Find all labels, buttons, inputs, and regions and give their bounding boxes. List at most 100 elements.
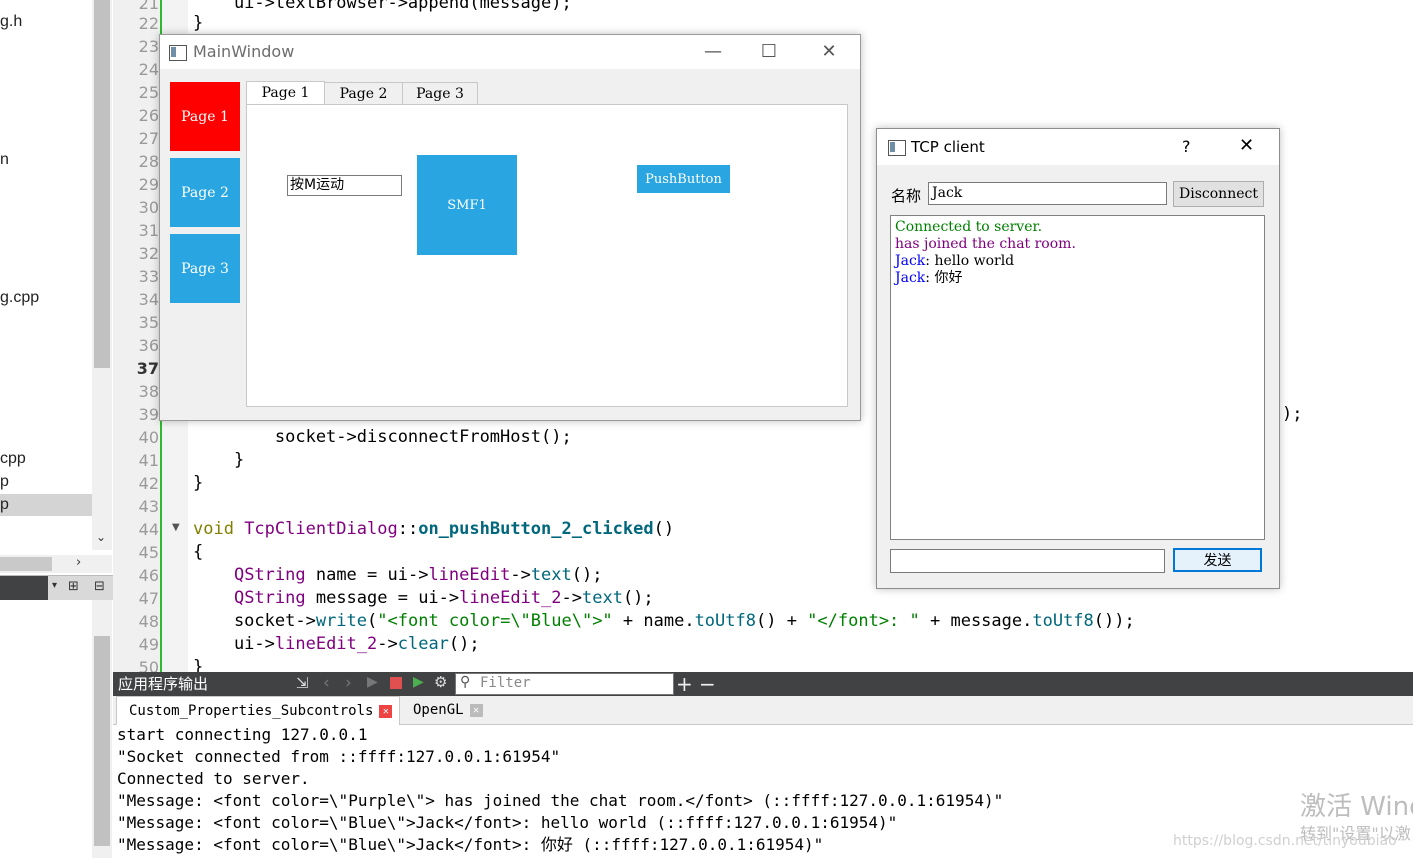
log-message: Jack: hello world: [895, 253, 1014, 270]
chevron-down-icon[interactable]: ⌄: [96, 530, 106, 544]
line-number: 39: [138, 405, 159, 424]
close-icon[interactable]: ✕: [1239, 135, 1254, 156]
code-line-40: socket->disconnectFromHost();: [193, 427, 572, 447]
close-panel-icon[interactable]: ⊟: [94, 579, 105, 594]
line-number: 47: [138, 589, 159, 608]
titlebar[interactable]: MainWindow — ☐ ✕: [160, 35, 860, 69]
split-icon[interactable]: ⊞: [68, 579, 79, 594]
previous-icon[interactable]: ‹: [323, 673, 330, 693]
side-button-page-3[interactable]: Page 3: [170, 234, 240, 303]
message-input[interactable]: [890, 549, 1165, 573]
add-icon[interactable]: +: [676, 672, 693, 696]
code: ->: [377, 634, 398, 654]
scroll-thumb[interactable]: [94, 636, 110, 846]
log-text: : hello world: [925, 253, 1015, 269]
line-number: 44: [138, 520, 159, 539]
chevron-right-icon[interactable]: ›: [76, 555, 81, 570]
line-number: 46: [138, 566, 159, 585]
stop-icon[interactable]: [390, 677, 402, 689]
type: QString: [233, 565, 306, 585]
activation-watermark: 激活 Wind: [1300, 792, 1413, 822]
name-input[interactable]: Jack: [928, 182, 1167, 205]
smf1-button[interactable]: SMF1: [417, 155, 517, 255]
scroll-thumb[interactable]: [0, 557, 52, 571]
file-item-selected[interactable]: p: [0, 494, 92, 516]
tcp-client-dialog: TCP client ? ✕ 名称 Jack Disconnect Connec…: [876, 128, 1280, 589]
next-icon[interactable]: ›: [345, 673, 352, 693]
code-line-22: }: [193, 13, 204, 33]
code-line-44: void TcpClientDialog::on_pushButton_2_cl…: [193, 518, 674, 541]
file-item[interactable]: p: [0, 471, 92, 493]
member: lineEdit_2: [274, 634, 378, 654]
output-panel-title: 应用程序输出: [118, 675, 209, 693]
file-item[interactable]: n: [0, 149, 92, 171]
tab-page-1[interactable]: Page 1: [246, 81, 325, 106]
code: ());: [1093, 611, 1135, 631]
line-number: 36: [138, 336, 159, 355]
line-number: 38: [138, 382, 159, 401]
sidebar-hscrollbar[interactable]: ›: [0, 555, 112, 573]
attach-icon[interactable]: ⇲: [296, 674, 309, 692]
code: ();: [622, 588, 654, 608]
code-line-48: socket->write("<font color=\"Blue\">" + …: [193, 610, 1135, 633]
string: "</font>: ": [807, 611, 920, 631]
chat-log[interactable]: Connected to server. has joined the chat…: [890, 215, 1265, 540]
side-button-page-1[interactable]: Page 1: [170, 82, 240, 151]
remove-icon[interactable]: −: [699, 672, 716, 696]
line-number: 25: [138, 83, 159, 102]
debug-run-icon[interactable]: ▶: [413, 674, 424, 690]
sidebar-toolbar: ▾ ⊞ ⊟: [0, 575, 113, 600]
tab-opengl[interactable]: OpenGL ✕: [401, 696, 503, 724]
class-name: TcpClientDialog: [244, 519, 398, 539]
output-line: Connected to server.: [117, 769, 310, 788]
code-line-39-tail: );: [1282, 404, 1303, 424]
file-item[interactable]: cpp: [0, 448, 92, 470]
push-button[interactable]: PushButton: [637, 165, 730, 193]
tab-custom-properties[interactable]: Custom_Properties_Subcontrols ✕: [116, 696, 400, 725]
string: "<font color=\"Blue\">": [377, 611, 613, 631]
blog-url-watermark: https://blog.csdn.net/tinyoubiao: [1173, 833, 1397, 849]
line-number: 48: [138, 612, 159, 631]
output-line: "Message: <font color=\"Blue\">Jack</fon…: [117, 835, 824, 854]
disconnect-button[interactable]: Disconnect: [1173, 181, 1264, 207]
log-user: Jack: [895, 253, 926, 269]
filter-placeholder: Filter: [480, 675, 531, 691]
scroll-thumb[interactable]: [94, 0, 110, 368]
dropdown-arrow-icon[interactable]: ▾: [52, 580, 57, 591]
file-item[interactable]: g.h: [0, 11, 92, 33]
maximize-icon[interactable]: ☐: [746, 35, 792, 69]
method: write: [315, 611, 368, 631]
fold-arrow-icon[interactable]: ▼: [172, 522, 180, 533]
run-icon[interactable]: ▶: [367, 674, 378, 690]
tab-page-3[interactable]: Page 3: [402, 82, 478, 105]
lower-scrollbar[interactable]: [92, 600, 112, 858]
code: () +: [755, 611, 808, 631]
parens: (): [653, 519, 675, 539]
filter-input[interactable]: ⚲ Filter: [455, 673, 674, 695]
close-icon[interactable]: ✕: [379, 704, 393, 718]
window-icon: [888, 140, 906, 156]
line-number: 41: [138, 451, 159, 470]
send-button[interactable]: 发送: [1173, 548, 1262, 572]
minimize-icon[interactable]: —: [690, 35, 736, 69]
titlebar[interactable]: TCP client ? ✕: [877, 129, 1279, 165]
help-button[interactable]: ?: [1182, 137, 1191, 156]
log-user: Jack: [895, 270, 926, 286]
line-number: 24: [138, 60, 159, 79]
line-number: 29: [138, 175, 159, 194]
sidebar-scrollbar[interactable]: ⌄: [92, 0, 112, 550]
line-number-current: 37: [136, 359, 159, 378]
tab-label: Custom_Properties_Subcontrols: [129, 703, 374, 719]
line-edit[interactable]: 按M运动: [287, 175, 402, 196]
tab-page-2[interactable]: Page 2: [324, 82, 403, 105]
close-icon[interactable]: ✕: [469, 703, 483, 717]
gear-icon[interactable]: ⚙: [434, 673, 447, 691]
function-name: on_pushButton_2_clicked: [418, 519, 654, 539]
side-button-page-2[interactable]: Page 2: [170, 158, 240, 227]
close-icon[interactable]: ✕: [806, 35, 852, 69]
file-item[interactable]: g.cpp: [0, 287, 92, 309]
method: text: [581, 588, 623, 608]
code: socket->: [193, 611, 316, 631]
output-line: "Socket connected from ::ffff:127.0.0.1:…: [117, 747, 561, 766]
